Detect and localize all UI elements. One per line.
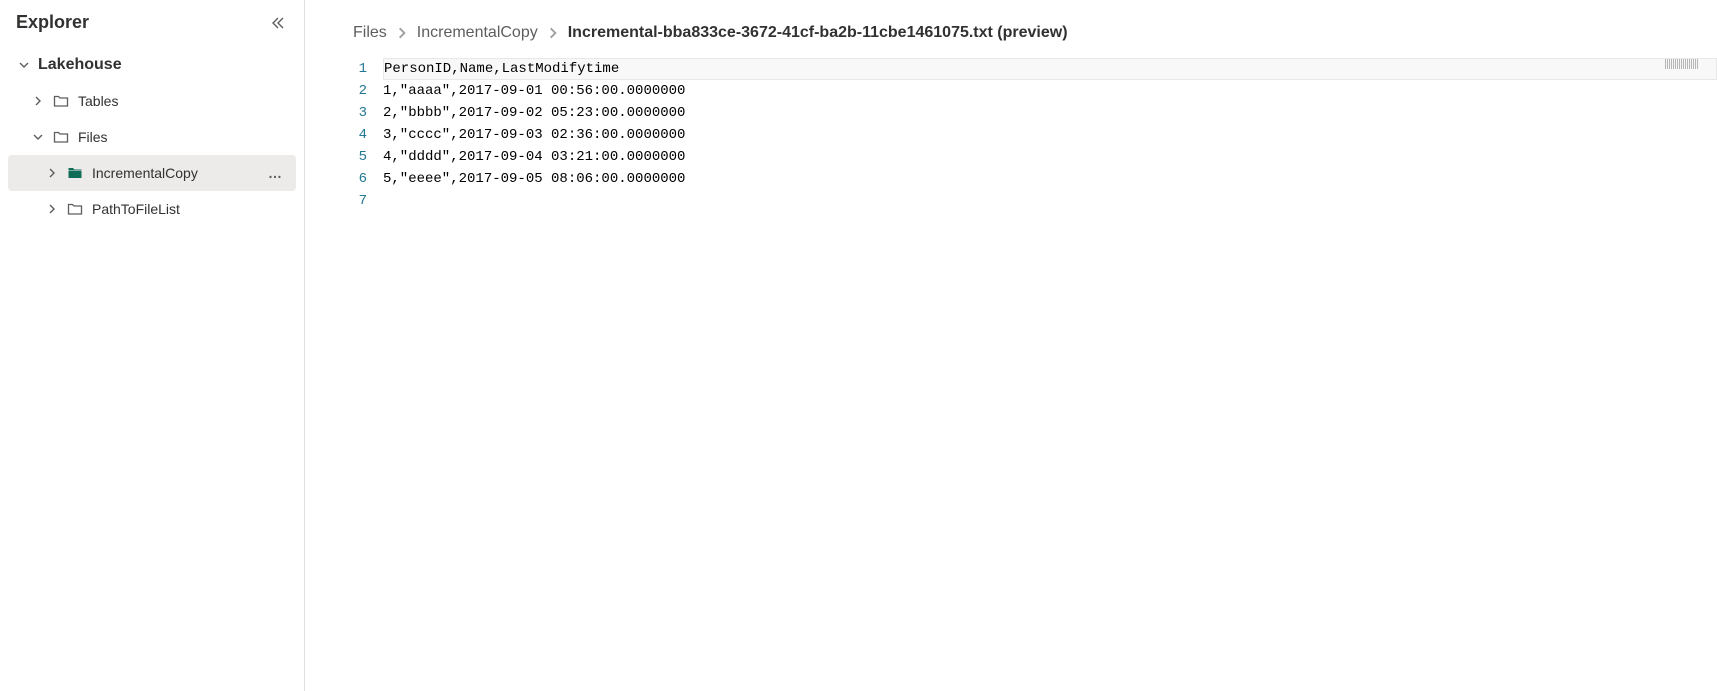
- breadcrumb-incrementalcopy[interactable]: IncrementalCopy: [417, 24, 538, 42]
- code-line: 3,"cccc",2017-09-03 02:36:00.0000000: [383, 124, 1717, 146]
- folder-selected-icon: [66, 164, 84, 182]
- line-number: 6: [343, 168, 367, 190]
- tree-label: PathToFileList: [92, 201, 288, 217]
- explorer-tree: Lakehouse Tables: [0, 43, 304, 231]
- code-line: 2,"bbbb",2017-09-02 05:23:00.0000000: [383, 102, 1717, 124]
- breadcrumb: Files IncrementalCopy Incremental-bba833…: [305, 0, 1717, 58]
- chevron-right-icon: [395, 26, 409, 40]
- tree-item-tables[interactable]: Tables: [8, 83, 296, 119]
- tree-item-incrementalcopy[interactable]: IncrementalCopy …: [8, 155, 296, 191]
- folder-icon: [52, 128, 70, 146]
- tree-item-lakehouse[interactable]: Lakehouse: [8, 47, 296, 83]
- tree-label: IncrementalCopy: [92, 165, 262, 181]
- sidebar-header: Explorer: [0, 0, 304, 43]
- tree-label: Tables: [78, 93, 288, 109]
- tree-label: Files: [78, 129, 288, 145]
- code-line: 5,"eeee",2017-09-05 08:06:00.0000000: [383, 168, 1717, 190]
- more-options-button[interactable]: …: [262, 165, 288, 181]
- tree-item-files[interactable]: Files: [8, 119, 296, 155]
- line-number: 7: [343, 190, 367, 212]
- chevron-double-left-icon: [270, 15, 286, 31]
- minimap[interactable]: [1665, 59, 1699, 69]
- tree-label: Lakehouse: [38, 56, 288, 74]
- chevron-right-icon: [44, 201, 60, 217]
- code-line: 1,"aaaa",2017-09-01 00:56:00.0000000: [383, 80, 1717, 102]
- explorer-sidebar: Explorer Lakehouse: [0, 0, 305, 691]
- line-number-gutter: 1 2 3 4 5 6 7: [343, 58, 383, 691]
- chevron-down-icon: [30, 129, 46, 145]
- code-line: 4,"dddd",2017-09-04 03:21:00.0000000: [383, 146, 1717, 168]
- breadcrumb-files[interactable]: Files: [353, 24, 387, 42]
- code-line: [383, 190, 1717, 212]
- main-content: Files IncrementalCopy Incremental-bba833…: [305, 0, 1717, 691]
- line-number: 5: [343, 146, 367, 168]
- line-number: 3: [343, 102, 367, 124]
- chevron-right-icon: [30, 93, 46, 109]
- folder-icon: [52, 92, 70, 110]
- line-number: 4: [343, 124, 367, 146]
- code-content[interactable]: PersonID,Name,LastModifytime 1,"aaaa",20…: [383, 58, 1717, 691]
- chevron-right-icon: [44, 165, 60, 181]
- collapse-sidebar-button[interactable]: [268, 13, 288, 33]
- file-preview-editor: 1 2 3 4 5 6 7 PersonID,Name,LastModifyti…: [305, 58, 1717, 691]
- chevron-right-icon: [546, 26, 560, 40]
- breadcrumb-current-file: Incremental-bba833ce-3672-41cf-ba2b-11cb…: [568, 24, 1068, 42]
- chevron-down-icon: [16, 57, 32, 73]
- code-line: PersonID,Name,LastModifytime: [383, 58, 1717, 80]
- line-number: 2: [343, 80, 367, 102]
- tree-item-pathtofilelist[interactable]: PathToFileList: [8, 191, 296, 227]
- folder-icon: [66, 200, 84, 218]
- explorer-title: Explorer: [16, 12, 89, 33]
- line-number: 1: [343, 58, 367, 80]
